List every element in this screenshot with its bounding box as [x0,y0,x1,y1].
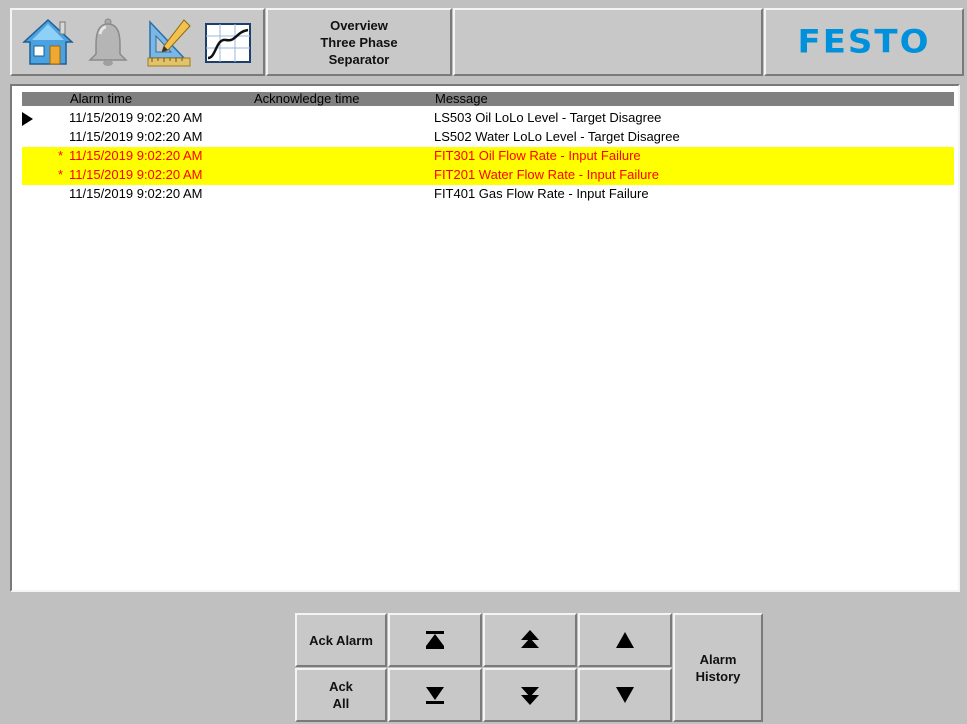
scroll-top-button[interactable] [388,613,482,667]
alarm-history-label: Alarm History [695,651,741,684]
alarm-time: 11/15/2019 9:02:20 AM [69,110,203,125]
selected-row-marker-icon [22,112,33,126]
alarm-prefix: * [58,167,64,182]
alarm-time: 11/15/2019 9:02:20 AM [69,167,203,182]
bell-icon[interactable] [80,14,136,70]
alarm-table-header: Alarm time Acknowledge time Message [22,92,954,106]
line-up-icon [616,632,634,648]
nav-icon-group [10,8,265,76]
alarm-history-button[interactable]: Alarm History [673,613,763,722]
alarm-prefix: * [58,148,64,163]
trend-chart-icon[interactable] [200,14,256,70]
scroll-bottom-button[interactable] [388,668,482,722]
header-blank-panel [453,8,763,76]
screen-title: Overview Three Phase Separator [320,17,398,67]
page-down-icon [521,687,539,705]
alarm-time: 11/15/2019 9:02:20 AM [69,129,203,144]
alarm-row[interactable]: 11/15/2019 9:02:20 AM LS502 Water LoLo L… [22,128,954,147]
drafting-tools-icon[interactable] [140,14,196,70]
page-up-button[interactable] [483,613,577,667]
column-header-alarm-time[interactable]: Alarm time [70,92,132,106]
ack-alarm-label: Ack Alarm [309,632,373,648]
alarm-row[interactable]: 11/15/2019 9:02:20 AM FIT401 Gas Flow Ra… [22,185,954,204]
festo-logo: FESTO [764,8,964,76]
alarm-row-unacknowledged[interactable]: * 11/15/2019 9:02:20 AM FIT301 Oil Flow … [22,147,954,166]
alarm-list[interactable]: Alarm time Acknowledge time Message 11/1… [10,84,960,592]
ack-all-label: Ack All [329,679,353,711]
line-down-button[interactable] [578,668,672,722]
alarm-time: 11/15/2019 9:02:20 AM [69,148,203,163]
screen-title-panel: Overview Three Phase Separator [266,8,452,76]
scroll-bottom-icon [426,687,444,704]
alarm-row[interactable]: 11/15/2019 9:02:20 AM LS503 Oil LoLo Lev… [22,109,954,128]
page-up-icon [521,630,539,648]
scroll-top-icon [426,631,444,649]
line-up-button[interactable] [578,613,672,667]
alarm-message: LS502 Water LoLo Level - Target Disagree [434,129,680,144]
alarm-message: FIT401 Gas Flow Rate - Input Failure [434,186,649,201]
alarm-message: FIT201 Water Flow Rate - Input Failure [434,167,659,182]
home-icon[interactable] [20,14,76,70]
logo-text: FESTO [797,23,931,61]
alarm-row-unacknowledged[interactable]: * 11/15/2019 9:02:20 AM FIT201 Water Flo… [22,166,954,185]
ack-all-button[interactable]: Ack All [295,668,387,722]
ack-alarm-button[interactable]: Ack Alarm [295,613,387,667]
column-header-message[interactable]: Message [435,92,488,106]
line-down-icon [616,687,634,703]
alarm-time: 11/15/2019 9:02:20 AM [69,186,203,201]
header-bar: Overview Three Phase Separator FESTO [0,0,967,82]
alarm-message: FIT301 Oil Flow Rate - Input Failure [434,148,641,163]
column-header-acknowledge-time[interactable]: Acknowledge time [254,92,360,106]
alarm-message: LS503 Oil LoLo Level - Target Disagree [434,110,662,125]
page-down-button[interactable] [483,668,577,722]
